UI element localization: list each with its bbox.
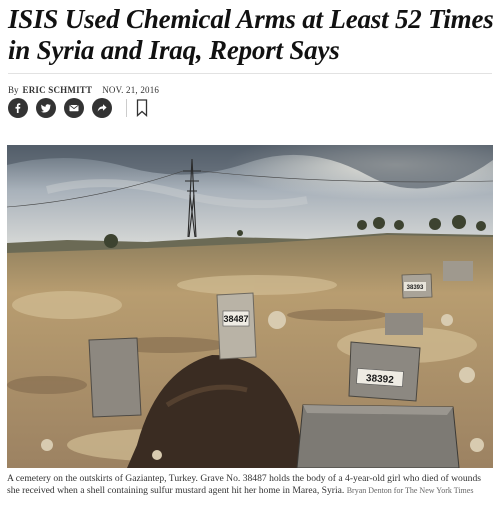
share-toolbar [8, 98, 149, 118]
photo-caption: A cemetery on the outskirts of Gaziantep… [7, 473, 493, 498]
photo-credit: Bryan Denton for The New York Times [346, 486, 474, 496]
save-article-button[interactable] [135, 98, 149, 118]
bookmark-icon [136, 99, 148, 117]
more-share-button[interactable] [92, 98, 112, 118]
article-headline: ISIS Used Chemical Arms at Least 52 Time… [8, 4, 494, 65]
share-separator [126, 99, 127, 117]
publish-date: NOV. 21, 2016 [102, 85, 160, 95]
facebook-icon [15, 103, 21, 113]
article-photo[interactable]: 38487 38393 38392 [7, 145, 493, 468]
divider [8, 73, 492, 74]
email-share-button[interactable] [64, 98, 84, 118]
grave-label: 38393 [407, 285, 424, 291]
facebook-share-button[interactable] [8, 98, 28, 118]
email-icon [69, 104, 79, 112]
author-link[interactable]: ERIC SCHMITT [23, 85, 93, 95]
grave-label: 38392 [366, 373, 395, 386]
byline-prefix: By [8, 85, 19, 95]
grave-label: 38487 [223, 314, 248, 324]
share-icon [97, 104, 107, 112]
twitter-icon [41, 104, 51, 113]
byline: By ERIC SCHMITT NOV. 21, 2016 [8, 85, 159, 95]
cemetery-photo: 38487 38393 38392 [7, 145, 493, 468]
twitter-share-button[interactable] [36, 98, 56, 118]
